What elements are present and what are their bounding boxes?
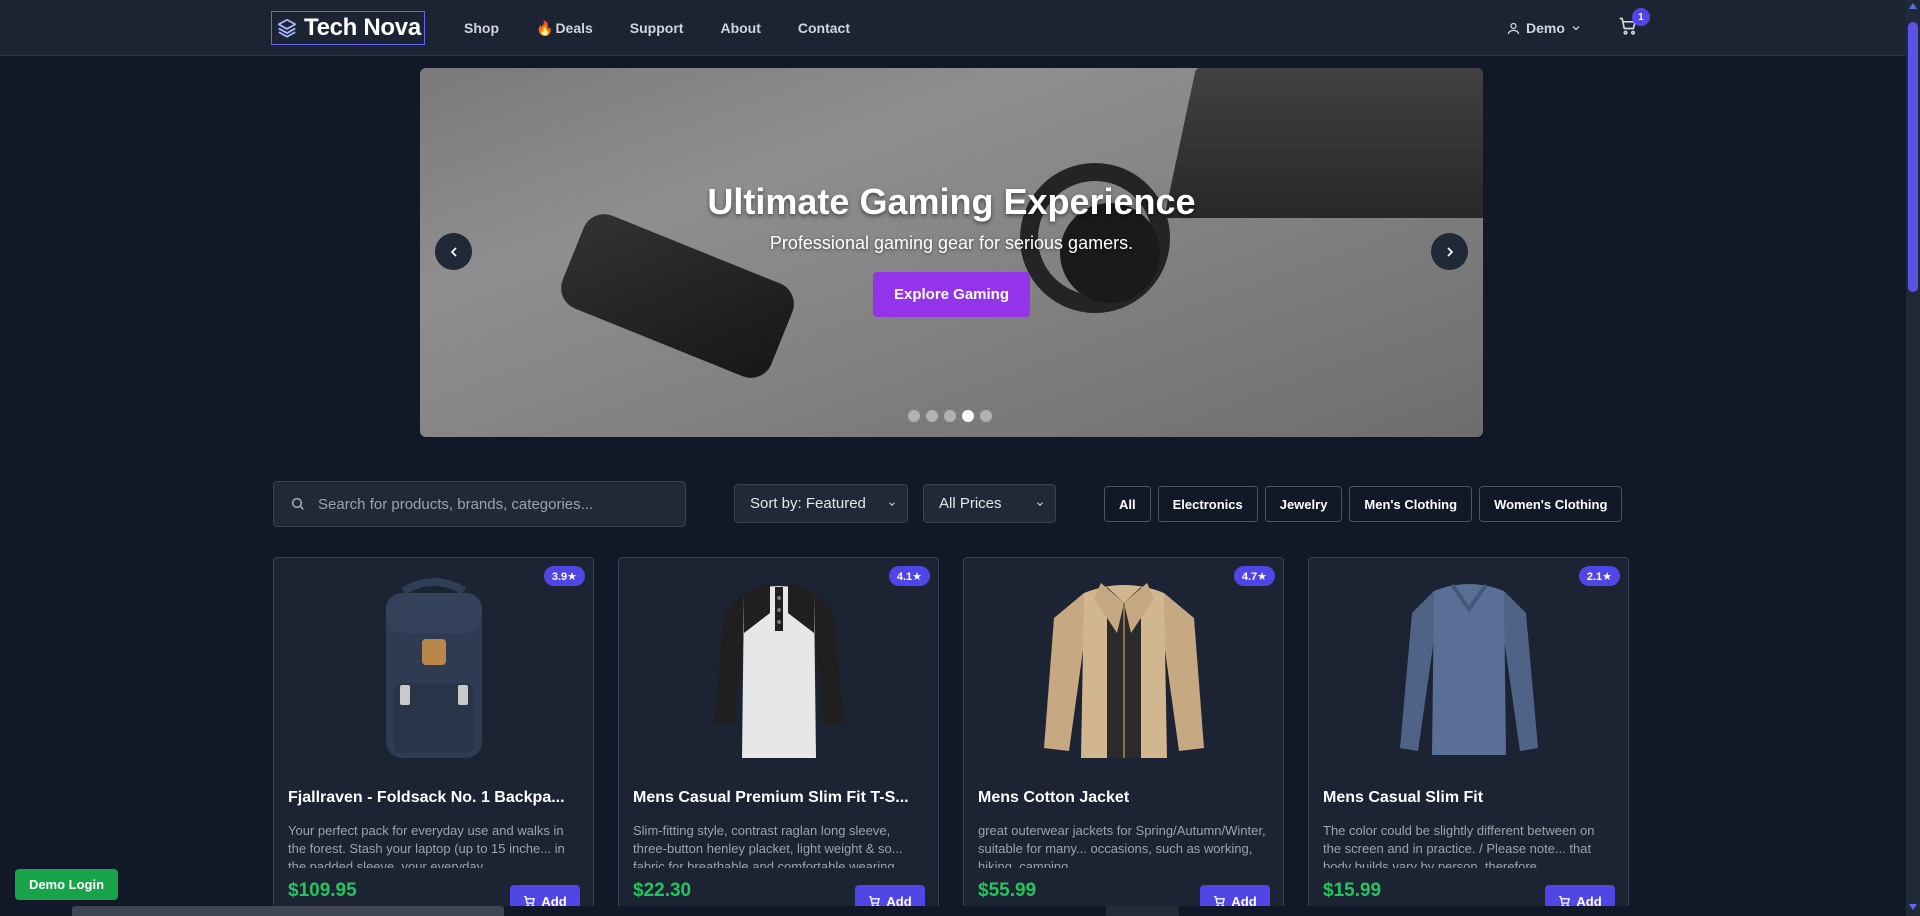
fire-icon: 🔥 [536,19,554,36]
horizontal-scrollbar [0,906,1906,916]
category-chip-electronics[interactable]: Electronics [1157,486,1258,522]
nav-link-label: Shop [464,20,499,36]
user-icon [1507,22,1520,34]
product-description: Slim-fitting style, contrast raglan long… [633,823,903,868]
chevron-down-icon [1572,26,1580,31]
carousel-indicators [908,410,992,422]
brand-name: Tech Nova [304,14,421,41]
hero-carousel: Ultimate Gaming Experience Professional … [420,68,1483,437]
carousel-dot-active[interactable] [962,410,974,422]
carousel-next-button[interactable] [1431,233,1468,270]
nav-link-label: About [720,20,761,36]
nav-link-contact[interactable]: Contact [798,20,850,36]
cart-button[interactable]: 1 [1618,8,1650,40]
layers-icon [277,18,297,38]
carousel-dot[interactable] [908,410,920,422]
product-image[interactable] [964,570,1283,765]
hero-title: Ultimate Gaming Experience [707,181,1196,222]
horizontal-scroll-segment [1106,906,1179,916]
tshirt-image [713,582,844,758]
search-box [273,481,686,527]
product-card[interactable]: 4.7★ Mens Cotton Jacket great outerwear … [963,557,1284,916]
carousel-dot[interactable] [926,410,938,422]
product-description: great outerwear jackets for Spring/Autum… [978,823,1266,868]
user-name: Demo [1526,20,1565,36]
explore-gaming-button[interactable]: Explore Gaming [873,272,1030,317]
product-image[interactable] [274,570,593,765]
price-select[interactable]: All Prices [923,484,1056,523]
nav-actions: Demo 1 [1506,0,1650,56]
user-menu-button[interactable]: Demo [1506,20,1582,36]
scroll-thumb[interactable] [1908,22,1918,292]
category-chip-womens-clothing[interactable]: Women's Clothing [1479,486,1623,522]
nav-link-label: Contact [797,20,851,36]
category-chip-all[interactable]: All [1104,486,1151,522]
cart-count-badge: 1 [1631,8,1650,26]
product-card[interactable]: 2.1★ Mens Casual Slim Fit The color coul… [1308,557,1629,916]
backpack-image [385,577,482,758]
sort-select-value: Sort by: Featured [750,495,866,512]
chevron-right-icon [1446,246,1453,257]
product-description: The color could be slightly different be… [1323,823,1595,868]
product-card[interactable]: 3.9★ Fjallraven - Foldsack No. 1 Backpa.… [273,557,594,916]
chevron-down-icon [889,502,895,506]
carousel-dot[interactable] [944,410,956,422]
product-title[interactable]: Mens Cotton Jacket [978,789,1270,807]
demo-login-button[interactable]: Demo Login [15,869,118,900]
price-select-value: All Prices [939,495,1002,512]
hero-subtitle: Professional gaming gear for serious gam… [769,233,1134,253]
search-icon [291,497,304,510]
category-chip-mens-clothing[interactable]: Men's Clothing [1349,486,1473,522]
vertical-scrollbar[interactable] [1906,0,1920,916]
product-title[interactable]: Mens Casual Premium Slim Fit T-S... [633,789,925,807]
horizontal-scroll-thumb[interactable] [72,906,504,916]
product-title[interactable]: Mens Casual Slim Fit [1323,789,1615,807]
product-image[interactable] [619,570,938,765]
longsleeve-shirt-image [1399,583,1538,755]
sort-select[interactable]: Sort by: Featured [734,484,908,523]
main-nav: Shop 🔥 Deals Support About Contact [464,0,887,56]
top-navbar: Tech Nova Shop 🔥 Deals Support About Cont… [0,0,1906,56]
carousel-prev-button[interactable] [435,233,472,270]
product-image[interactable] [1309,570,1628,765]
product-price: $55.99 [978,880,1037,901]
chevron-left-icon [450,246,457,257]
scroll-down-arrow[interactable] [1909,904,1917,910]
search-input[interactable] [318,495,658,513]
jacket-image [1043,582,1204,758]
brand-logo[interactable]: Tech Nova [271,11,425,45]
nav-link-label: Support [629,20,684,36]
carousel-dot[interactable] [980,410,992,422]
product-price: $15.99 [1323,880,1382,901]
product-description: Your perfect pack for everyday use and w… [288,823,565,868]
nav-link-label: Deals [555,20,593,36]
product-price: $22.30 [633,880,692,901]
nav-link-support[interactable]: Support [630,20,684,36]
product-price: $109.95 [288,880,357,901]
category-filters: All Electronics Jewelry Men's Clothing W… [1104,486,1623,522]
chevron-down-icon [1037,502,1043,506]
category-chip-jewelry[interactable]: Jewelry [1264,486,1343,522]
nav-link-about[interactable]: About [720,20,760,36]
nav-link-deals[interactable]: 🔥 Deals [536,20,593,37]
product-title[interactable]: Fjallraven - Foldsack No. 1 Backpa... [288,789,580,807]
product-grid: 3.9★ Fjallraven - Foldsack No. 1 Backpa.… [273,557,1629,916]
product-card[interactable]: 4.1★ Mens Casual Premium Slim Fit T-S...… [618,557,939,916]
scroll-up-arrow[interactable] [1909,3,1917,9]
nav-link-shop[interactable]: Shop [464,20,499,36]
